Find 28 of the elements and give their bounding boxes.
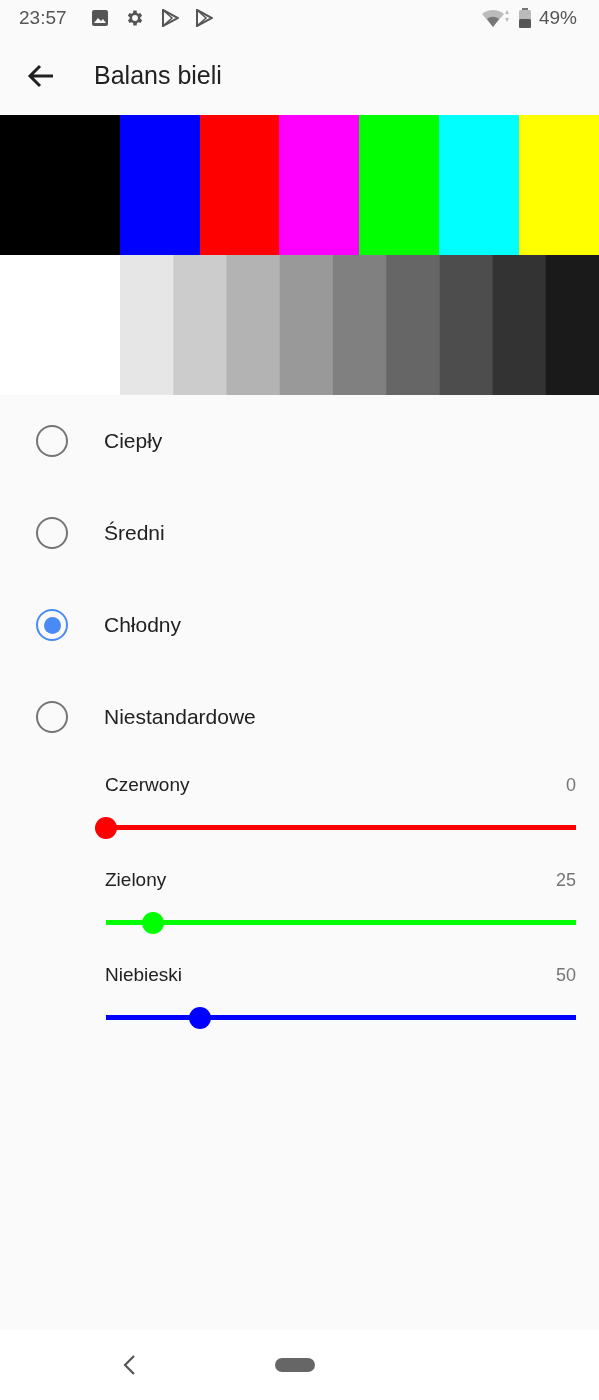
- battery-percent: 49%: [538, 5, 577, 30]
- option-label: Ciepły: [104, 428, 163, 455]
- chevron-left-icon: [122, 1354, 136, 1376]
- play-store-icon: [194, 9, 213, 27]
- slider-thumb[interactable]: [189, 1006, 211, 1029]
- option-label: Średni: [104, 520, 165, 547]
- option-label: Chłodny: [104, 612, 182, 639]
- play-store-icon: [160, 9, 179, 27]
- battery-icon: [518, 8, 531, 28]
- status-time: 23:57: [19, 5, 67, 30]
- back-arrow-icon: [27, 62, 55, 89]
- slider-label: Niebieski: [105, 963, 183, 987]
- image-icon: [90, 9, 109, 27]
- slider-value: 50: [555, 964, 576, 987]
- radio-button[interactable]: [36, 517, 68, 549]
- slider-label: Czerwony: [105, 773, 190, 797]
- slider-value: 25: [555, 869, 576, 892]
- option-label: Niestandardowe: [104, 704, 256, 731]
- home-button[interactable]: [275, 1358, 315, 1372]
- radio-button[interactable]: [36, 701, 68, 733]
- slider-thumb[interactable]: [142, 911, 164, 934]
- radio-button[interactable]: [36, 425, 68, 457]
- slider-value: 0: [566, 774, 576, 797]
- wifi-icon: [480, 8, 511, 28]
- screen-title: Balans bieli: [94, 59, 222, 91]
- radio-button[interactable]: [36, 609, 68, 641]
- slider-label: Zielony: [105, 868, 167, 892]
- slider-thumb[interactable]: [95, 816, 117, 839]
